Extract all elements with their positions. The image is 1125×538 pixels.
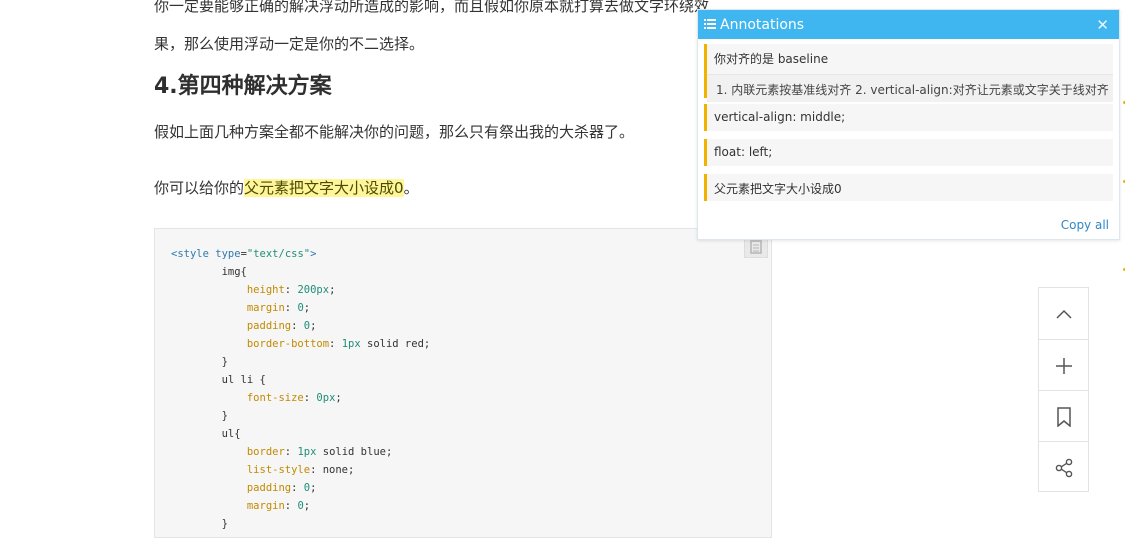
code-line: ul li {	[171, 374, 266, 386]
paragraph-with-highlight: 你可以给你的父元素把文字大小设成0。	[154, 179, 419, 197]
code-line: }	[171, 410, 228, 422]
code-line: height: 200px;	[246, 284, 336, 296]
code-line: <style type="text/css">	[171, 248, 317, 260]
code-content: <style type="text/css"> img{ height: 200…	[171, 245, 430, 533]
paragraph: 假如上面几种方案全都不能解决你的问题，那么只有祭出我的大杀器了。	[154, 123, 635, 141]
chevron-up-icon	[1055, 309, 1072, 319]
add-button[interactable]	[1039, 339, 1088, 391]
annotation-note: 1. 内联元素按基准线对齐 2. vertical-align:对齐让元素或文字…	[707, 74, 1113, 102]
annotation-item[interactable]: vertical-align: middle;	[704, 104, 1113, 131]
highlighted-text[interactable]: 父元素把文字大小设成0	[244, 179, 404, 197]
annotation-item[interactable]: float: left;	[704, 139, 1113, 166]
code-line: margin: 0;	[246, 302, 311, 314]
bookmark-icon	[1056, 406, 1071, 427]
annotations-header: Annotations ✕	[698, 10, 1119, 39]
code-line: ul{	[171, 428, 241, 440]
share-button[interactable]	[1039, 441, 1088, 493]
code-line: }	[171, 518, 228, 530]
side-toolbar	[1038, 287, 1089, 492]
code-line: }	[171, 356, 228, 368]
share-icon	[1055, 458, 1072, 477]
paragraph-cutoff: 你一定要能够正确的解决浮动所造成的影响，而且假如你原本就打算去做文字环绕效 果，…	[154, 0, 710, 53]
annotations-panel: Annotations ✕ 你对齐的是 baseline 1. 内联元素按基准线…	[697, 9, 1120, 240]
code-line: border-bottom: 1px solid red;	[246, 338, 431, 350]
code-line: font-size: 0px;	[246, 392, 342, 404]
bookmark-button[interactable]	[1039, 390, 1088, 442]
code-line: list-style: none;	[246, 464, 355, 476]
code-line: padding: 0;	[246, 482, 317, 494]
list-icon	[704, 15, 716, 34]
code-line: img{	[171, 266, 247, 278]
section-heading: 4.第四种解决方案	[154, 74, 332, 99]
code-line: margin: 0;	[246, 500, 311, 512]
annotations-title: Annotations	[720, 16, 805, 33]
code-block: <style type="text/css"> img{ height: 200…	[154, 228, 772, 538]
code-line: border: 1px solid blue;	[246, 446, 393, 458]
annotation-item[interactable]: 你对齐的是 baseline 1. 内联元素按基准线对齐 2. vertical…	[704, 44, 1113, 102]
copy-all-link[interactable]: Copy all	[1061, 218, 1109, 232]
code-line: padding: 0;	[246, 320, 317, 332]
annotation-item[interactable]: 父元素把文字大小设成0	[704, 174, 1113, 201]
scroll-top-button[interactable]	[1039, 288, 1088, 339]
close-icon[interactable]: ✕	[1096, 16, 1109, 34]
plus-icon	[1055, 357, 1072, 374]
